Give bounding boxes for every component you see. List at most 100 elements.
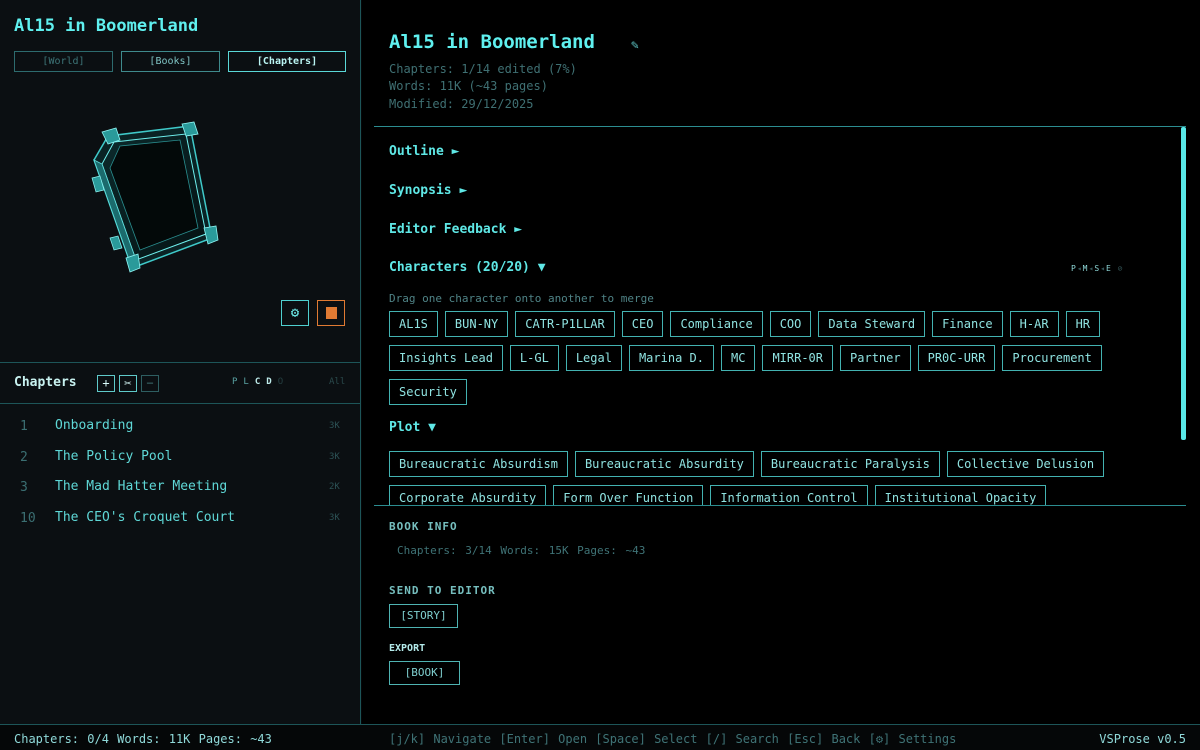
- chapter-row[interactable]: 3 The Mad Hatter Meeting 2K: [0, 475, 360, 506]
- character-chip[interactable]: HR: [1065, 311, 1101, 337]
- character-chip[interactable]: L-GL: [509, 345, 559, 371]
- filter-d[interactable]: D: [266, 377, 277, 387]
- status-bar: Chapters: 0/4 Words: 11K Pages: ~43 [j/k…: [0, 724, 1200, 750]
- section-characters-toggle[interactable]: Characters (20/20) ▼: [389, 260, 546, 275]
- tab-books[interactable]: [Books]: [121, 51, 220, 72]
- settings-button[interactable]: ⚙: [281, 300, 309, 326]
- filter-all[interactable]: All: [329, 377, 345, 387]
- character-chip[interactable]: Procurement: [1002, 345, 1102, 371]
- chapter-title: The Mad Hatter Meeting: [55, 479, 228, 495]
- remove-chapter-button[interactable]: −: [141, 375, 159, 392]
- section-plot-toggle[interactable]: Plot ▼: [389, 420, 436, 435]
- plot-chip[interactable]: Bureaucratic Paralysis: [760, 451, 940, 477]
- character-chips-row: Insights Lead L-GL Legal Marina D. MC MI…: [389, 345, 1102, 371]
- meta-chapters: Chapters: 1/14 edited (7%): [389, 62, 577, 76]
- app-version: VSProse v0.5: [1099, 732, 1186, 746]
- character-chip[interactable]: H-AR: [1009, 311, 1059, 337]
- book-cover-image: [91, 121, 219, 273]
- meta-words: Words: 11K (~43 pages): [389, 79, 548, 93]
- plot-chips-row: Corporate Absurdity Form Over Function I…: [389, 485, 1047, 505]
- book-info-label: BOOK INFO: [389, 520, 458, 533]
- tab-world[interactable]: [World]: [14, 51, 113, 72]
- plot-chip[interactable]: Bureaucratic Absurdity: [574, 451, 754, 477]
- edit-title-icon[interactable]: ✎: [631, 38, 639, 53]
- filter-c[interactable]: C: [255, 377, 266, 387]
- filter-o[interactable]: O: [278, 377, 289, 387]
- merge-hint: Drag one character onto another to merge: [389, 292, 654, 305]
- character-chip[interactable]: PR0C-URR: [917, 345, 996, 371]
- plot-chip[interactable]: Information Control: [710, 485, 868, 505]
- status-counts: Chapters: 0/4 Words: 11K Pages: ~43: [14, 732, 272, 746]
- chapters-header: Chapters + ✂ − PLCDO All: [0, 362, 360, 404]
- send-to-editor-label: SEND TO EDITOR: [389, 584, 496, 597]
- character-chip[interactable]: Legal: [565, 345, 622, 371]
- character-chip[interactable]: COO: [769, 311, 812, 337]
- split-chapter-button[interactable]: ✂: [119, 375, 137, 392]
- character-chip[interactable]: Data Steward: [818, 311, 926, 337]
- details-scrollbar[interactable]: [1181, 127, 1186, 440]
- chapters-label: Chapters: [14, 375, 77, 390]
- character-filters: P◂M◂S◂E ⊘: [1071, 264, 1124, 273]
- chapter-size: 3K: [329, 513, 340, 524]
- chapter-list: 1 Onboarding 3K 2 The Policy Pool 3K 3 T…: [0, 414, 360, 537]
- plot-chips-row: Bureaucratic Absurdism Bureaucratic Absu…: [389, 451, 1105, 477]
- chapter-title: The Policy Pool: [55, 448, 173, 464]
- chapter-row[interactable]: 1 Onboarding 3K: [0, 414, 360, 445]
- export-book-button[interactable]: [BOOK]: [389, 661, 460, 685]
- character-chip[interactable]: BUN-NY: [444, 311, 509, 337]
- book-details-panel[interactable]: Outline ► Synopsis ► Editor Feedback ► C…: [374, 126, 1186, 506]
- view-tabs: [World] [Books] [Chapters]: [14, 51, 346, 72]
- add-chapter-button[interactable]: +: [97, 375, 115, 392]
- chapter-number: 3: [20, 480, 28, 496]
- chapter-size: 3K: [329, 451, 340, 462]
- plot-chip[interactable]: Institutional Opacity: [874, 485, 1047, 505]
- chapter-size: 3K: [329, 421, 340, 431]
- character-chip[interactable]: MC: [720, 345, 756, 371]
- character-chip[interactable]: Security: [389, 379, 467, 405]
- chapter-size: 2K: [329, 482, 340, 493]
- character-chip[interactable]: CEO: [621, 311, 664, 337]
- chapter-filters: PLCDO: [232, 377, 289, 387]
- stop-icon: [325, 307, 337, 319]
- character-chip[interactable]: Finance: [932, 311, 1003, 337]
- character-chip[interactable]: MIRR-0R: [762, 345, 834, 371]
- chapter-number: 1: [20, 419, 28, 434]
- filter-l[interactable]: L: [243, 377, 254, 387]
- sidebar-book-title: Al15 in Boomerland: [14, 16, 199, 36]
- main-panel: Al15 in Boomerland ✎ Chapters: 1/14 edit…: [362, 0, 1200, 724]
- character-chip[interactable]: AL1S: [389, 311, 438, 337]
- keyboard-hints: [j/k] Navigate [Enter] Open [Space] Sele…: [389, 732, 957, 746]
- chapter-number: 10: [20, 511, 36, 527]
- chapter-row[interactable]: 10 The CEO's Croquet Court 3K: [0, 506, 360, 537]
- section-outline-toggle[interactable]: Outline ►: [389, 144, 459, 159]
- section-synopsis-toggle[interactable]: Synopsis ►: [389, 183, 467, 198]
- gear-icon: ⚙: [290, 305, 300, 321]
- char-filter-off[interactable]: ⊘: [1118, 264, 1124, 273]
- chapter-title: Onboarding: [55, 418, 134, 433]
- plot-chip[interactable]: Corporate Absurdity: [389, 485, 547, 505]
- character-chip[interactable]: CATR-P1LLAR: [515, 311, 615, 337]
- filter-p[interactable]: P: [232, 377, 243, 387]
- page-title: Al15 in Boomerland: [389, 31, 595, 53]
- character-chip[interactable]: Insights Lead: [389, 345, 503, 371]
- section-feedback-toggle[interactable]: Editor Feedback ►: [389, 222, 522, 237]
- meta-modified: Modified: 29/12/2025: [389, 97, 534, 111]
- plot-chip[interactable]: Form Over Function: [553, 485, 704, 505]
- tab-chapters[interactable]: [Chapters]: [228, 51, 346, 72]
- character-chips-row: AL1S BUN-NY CATR-P1LLAR CEO Compliance C…: [389, 311, 1101, 337]
- chapter-row[interactable]: 2 The Policy Pool 3K: [0, 445, 360, 476]
- export-label: EXPORT: [389, 643, 426, 654]
- character-chip[interactable]: Marina D.: [628, 345, 714, 371]
- plot-chip[interactable]: Collective Delusion: [946, 451, 1105, 477]
- stop-button[interactable]: [317, 300, 345, 326]
- character-chip[interactable]: Compliance: [670, 311, 763, 337]
- chapter-title: The CEO's Croquet Court: [55, 510, 236, 526]
- book-info-stats: Chapters: 3/14 Words: 15K Pages: ~43: [397, 544, 646, 557]
- sidebar: Al15 in Boomerland [World] [Books] [Chap…: [0, 0, 361, 724]
- send-story-button[interactable]: [STORY]: [389, 604, 458, 628]
- chapter-number: 2: [20, 449, 28, 465]
- char-filter-e[interactable]: E: [1106, 264, 1112, 273]
- character-chips-row: Security: [389, 379, 467, 405]
- plot-chip[interactable]: Bureaucratic Absurdism: [389, 451, 568, 477]
- character-chip[interactable]: Partner: [840, 345, 911, 371]
